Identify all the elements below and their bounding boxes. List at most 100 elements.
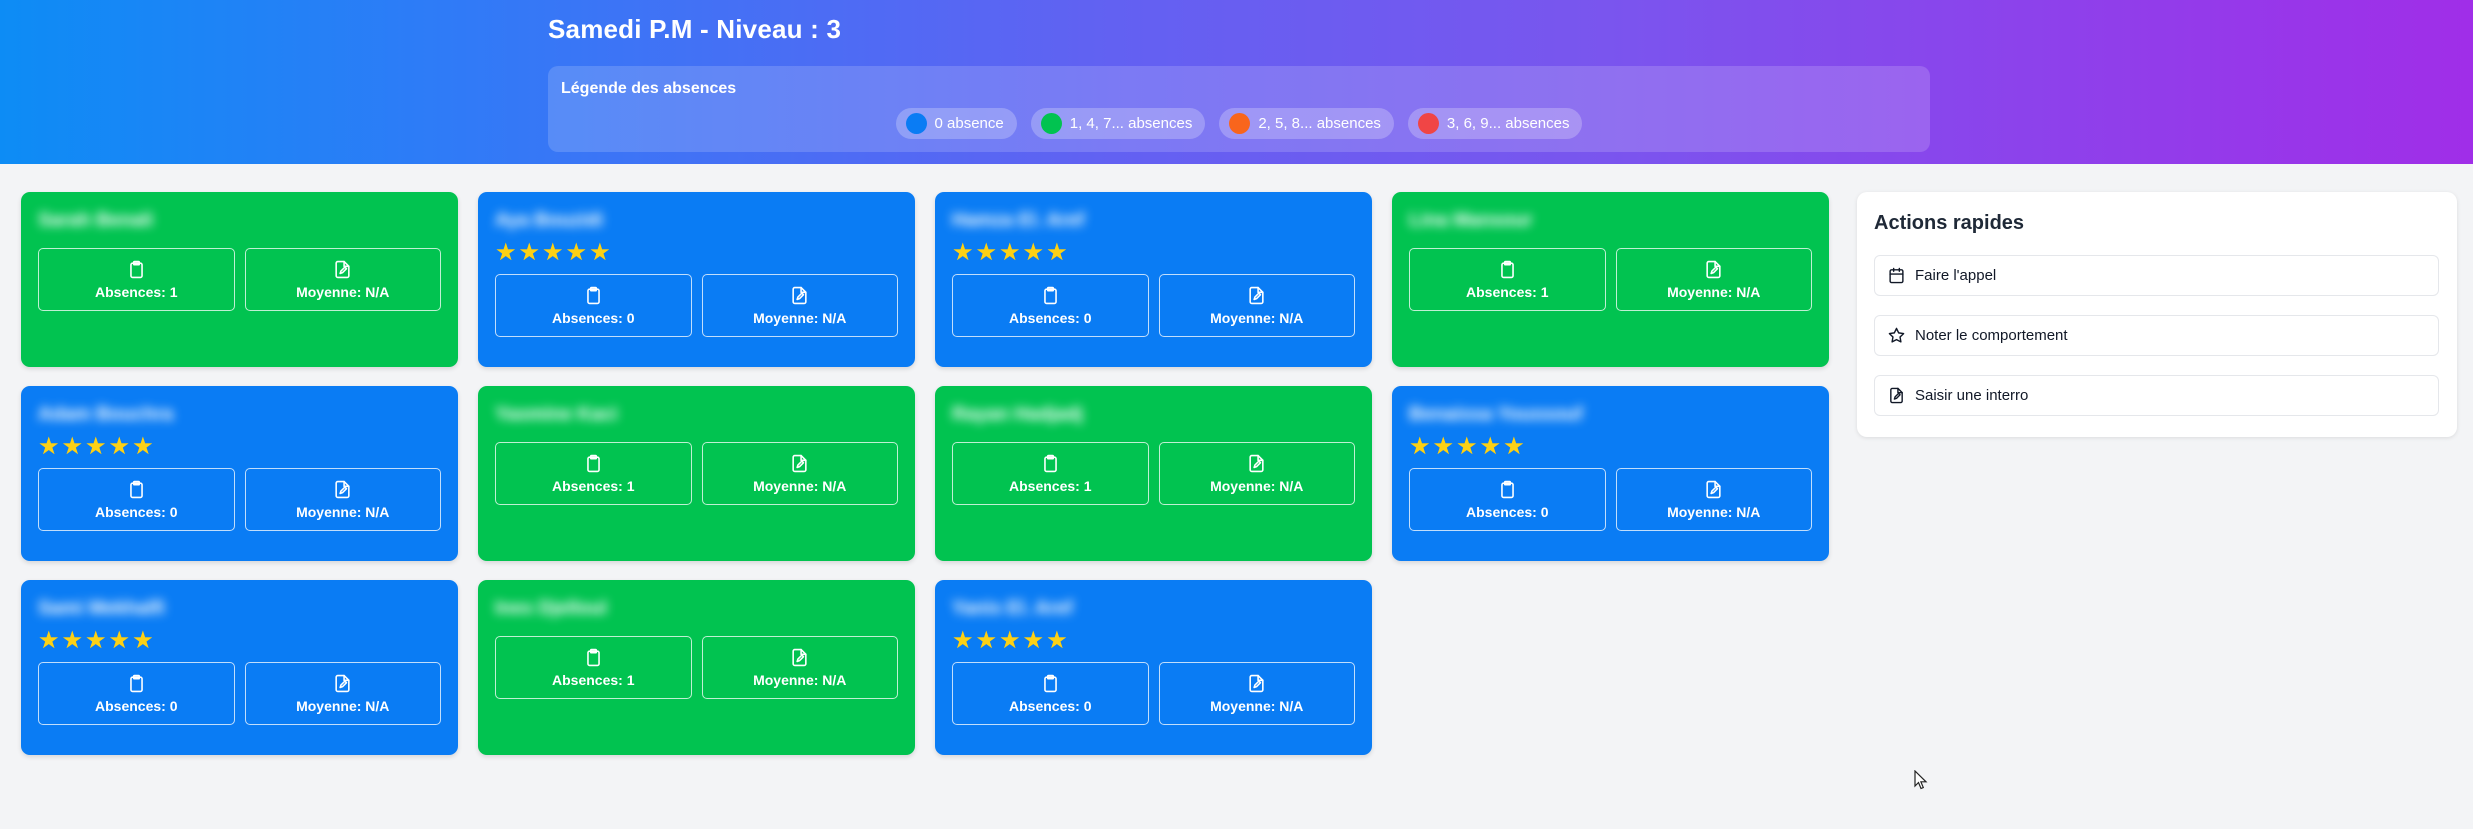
star-icon: ★ [1432, 433, 1455, 460]
average-box[interactable]: Moyenne: N/A [1158, 442, 1355, 505]
file-edit-icon [335, 480, 350, 498]
absences-count: Absences: 0 [552, 309, 635, 326]
average-box[interactable]: Moyenne: N/A [1158, 662, 1355, 725]
absences-box[interactable]: Absences: 1 [495, 442, 692, 505]
student-card[interactable]: Adam Bouchra ★ ★ ★ ★ ★ Absences: 0 Moyenne: N/A [21, 386, 458, 561]
legend-color-dot [1040, 113, 1062, 134]
average-value: Moyenne: N/A [296, 503, 390, 520]
behavior-stars: ★ ★ ★ ★ ★ [38, 432, 441, 462]
take-attendance-button[interactable]: Faire l'appel [1874, 255, 2439, 296]
absences-box[interactable]: Absences: 0 [495, 274, 692, 337]
file-edit-icon [792, 454, 807, 472]
enter-quiz-button[interactable]: Saisir une interro [1874, 375, 2439, 416]
star-icon: ★ [999, 627, 1021, 654]
legend-item: 1, 4, 7... absences [1030, 108, 1206, 139]
star-icon: ★ [1022, 239, 1045, 266]
legend-label: 0 absence [934, 115, 1004, 132]
behavior-stars: ★ ★ ★ ★ ★ [952, 626, 1355, 656]
student-card[interactable]: Hamza El. Aref ★ ★ ★ ★ ★ Absences: 0 Moyenne: N… [935, 192, 1372, 367]
file-edit-icon [335, 260, 350, 278]
absences-box[interactable]: Absences: 0 [38, 468, 235, 531]
rate-behavior-button[interactable]: Noter le comportement [1874, 315, 2439, 356]
student-name: Sarah Benali [38, 210, 154, 231]
absences-box[interactable]: Absences: 1 [952, 442, 1149, 505]
absences-box[interactable]: Absences: 1 [495, 636, 692, 699]
student-stats: Absences: 0 Moyenne: N/A [952, 274, 1355, 337]
mouse-cursor-icon [1914, 770, 1928, 790]
student-stats: Absences: 0 Moyenne: N/A [38, 468, 441, 531]
enter-quiz-label: Saisir une interro [1915, 387, 2029, 404]
average-value: Moyenne: N/A [1667, 283, 1761, 300]
legend-items: 0 absence 1, 4, 7... absences 2, 5, 8... a… [548, 108, 1930, 139]
student-name: Ines Djelloul [495, 598, 607, 619]
average-value: Moyenne: N/A [753, 309, 847, 326]
clipboard-icon [1500, 480, 1514, 498]
absences-count: Absences: 0 [95, 697, 178, 714]
absences-box[interactable]: Absences: 0 [1409, 468, 1606, 531]
star-icon: ★ [1409, 433, 1431, 460]
star-icon: ★ [952, 239, 974, 266]
student-card[interactable]: Sarah Benali Absences: 1 Moyenne: N/A [21, 192, 458, 367]
file-edit-icon [335, 674, 350, 692]
student-stats: Absences: 1 Moyenne: N/A [1409, 248, 1812, 311]
star-icon: ★ [565, 239, 588, 266]
star-icon: ★ [975, 627, 998, 654]
student-stats: Absences: 1 Moyenne: N/A [952, 442, 1355, 505]
student-name: Adam Bouchra [38, 404, 174, 425]
star-icon: ★ [1456, 433, 1478, 460]
absences-count: Absences: 1 [1466, 283, 1549, 300]
student-card[interactable]: Rayan Hadjadj Absences: 1 Moyenne: N/A [935, 386, 1372, 561]
average-value: Moyenne: N/A [753, 477, 847, 494]
average-box[interactable]: Moyenne: N/A [244, 468, 441, 531]
absences-box[interactable]: Absences: 1 [38, 248, 235, 311]
absences-count: Absences: 0 [1466, 503, 1549, 520]
student-card[interactable]: Sami Mekhalfi ★ ★ ★ ★ ★ Absences: 0 Moyenne: N/… [21, 580, 458, 755]
student-stats: Absences: 0 Moyenne: N/A [495, 274, 898, 337]
student-stats: Absences: 0 Moyenne: N/A [1409, 468, 1812, 531]
absences-box[interactable]: Absences: 0 [952, 662, 1149, 725]
star-icon: ★ [1503, 433, 1525, 460]
student-card[interactable]: Ines Djelloul Absences: 1 Moyenne: N/A [478, 580, 915, 755]
star-icon: ★ [999, 239, 1021, 266]
average-box[interactable]: Moyenne: N/A [701, 636, 898, 699]
average-box[interactable]: Moyenne: N/A [1615, 468, 1812, 531]
legend-label: 1, 4, 7... absences [1069, 115, 1193, 132]
student-card[interactable]: Yasmine Kaci Absences: 1 Moyenne: N/A [478, 386, 915, 561]
average-box[interactable]: Moyenne: N/A [1615, 248, 1812, 311]
average-box[interactable]: Moyenne: N/A [1158, 274, 1355, 337]
clipboard-icon [129, 260, 143, 278]
clipboard-icon [586, 648, 600, 666]
student-card[interactable]: Yanis El. Aref ★ ★ ★ ★ ★ Absences: 0 Moyenne: N… [935, 580, 1372, 755]
student-card[interactable]: Aya Bouzidi ★ ★ ★ ★ ★ Absences: 0 Moyenne: N/A [478, 192, 915, 367]
student-grid: Sarah Benali Absences: 1 Moyenne: N/A Aya B… [21, 192, 1829, 755]
student-card[interactable]: Lina Mansour Absences: 1 Moyenne: N/A [1392, 192, 1829, 367]
student-stats: Absences: 1 Moyenne: N/A [495, 636, 898, 699]
star-icon: ★ [975, 239, 998, 266]
absences-box[interactable]: Absences: 0 [952, 274, 1149, 337]
absences-box[interactable]: Absences: 0 [38, 662, 235, 725]
average-value: Moyenne: N/A [296, 283, 390, 300]
quick-actions-panel: Actions rapides Faire l'appel Noter le c… [1857, 192, 2457, 437]
average-box[interactable]: Moyenne: N/A [701, 274, 898, 337]
star-icon: ★ [495, 239, 517, 266]
student-card[interactable]: Benaissa Youssouf ★ ★ ★ ★ ★ Absences: 0 Moyenne… [1392, 386, 1829, 561]
page-header: Samedi P.M - Niveau : 3 Légende des abse… [0, 0, 2473, 164]
file-edit-icon [792, 286, 807, 304]
student-name: Yanis El. Aref [952, 598, 1073, 619]
average-value: Moyenne: N/A [1210, 697, 1304, 714]
average-value: Moyenne: N/A [1210, 477, 1304, 494]
average-box[interactable]: Moyenne: N/A [701, 442, 898, 505]
legend-color-dot [905, 113, 927, 134]
calendar-icon [1889, 267, 1904, 284]
clipboard-icon [129, 480, 143, 498]
average-box[interactable]: Moyenne: N/A [244, 248, 441, 311]
star-icon: ★ [132, 433, 154, 460]
absences-box[interactable]: Absences: 1 [1409, 248, 1606, 311]
absences-count: Absences: 0 [95, 503, 178, 520]
average-box[interactable]: Moyenne: N/A [244, 662, 441, 725]
student-stats: Absences: 1 Moyenne: N/A [38, 248, 441, 311]
file-edit-icon [1890, 387, 1903, 404]
star-outline-icon [1888, 327, 1905, 343]
file-edit-icon [1249, 674, 1264, 692]
rate-behavior-label: Noter le comportement [1915, 327, 2068, 344]
